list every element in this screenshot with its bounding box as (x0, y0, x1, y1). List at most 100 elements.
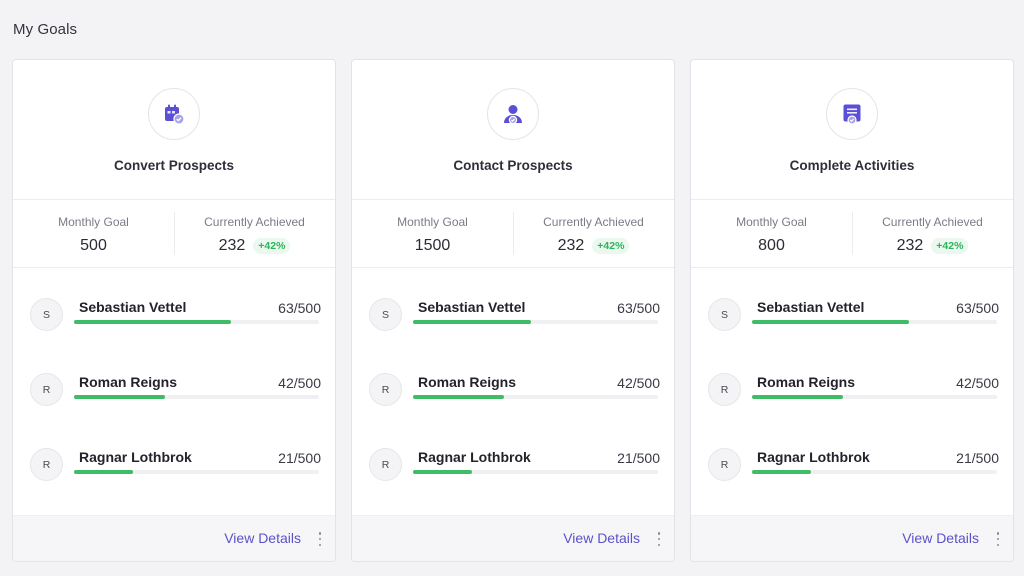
progress-fill (74, 320, 231, 324)
achieved-stat: Currently Achieved 232 +42% (852, 200, 1013, 267)
avatar: R (30, 448, 63, 481)
card-footer: View Details (691, 515, 1013, 561)
avatar: R (708, 373, 741, 406)
card-header: Contact Prospects (352, 60, 674, 200)
goal-card-convert-prospects: Convert Prospects Monthly Goal 500 Curre… (12, 59, 336, 562)
list-item: S Sebastian Vettel 63/500 (352, 298, 674, 348)
achieved-stat: Currently Achieved 232 +42% (174, 200, 335, 267)
progress-fill (752, 395, 843, 399)
progress-track (74, 470, 319, 474)
achieved-label: Currently Achieved (543, 215, 644, 229)
person-score: 21/500 (278, 450, 321, 466)
person-name: Roman Reigns (757, 374, 856, 390)
list-item: R Roman Reigns 42/500 (352, 373, 674, 423)
view-details-link[interactable]: View Details (563, 530, 640, 546)
avatar: S (708, 298, 741, 331)
person-score: 21/500 (617, 450, 660, 466)
progress-fill (413, 470, 472, 474)
monthly-goal-stat: Monthly Goal 1500 (352, 200, 513, 267)
monthly-goal-stat: Monthly Goal 500 (13, 200, 174, 267)
goal-stats: Monthly Goal 500 Currently Achieved 232 … (13, 200, 335, 268)
achieved-value: 232 (896, 237, 924, 254)
more-options-icon[interactable] (318, 532, 322, 546)
progress-track (752, 320, 997, 324)
achieved-stat: Currently Achieved 232 +42% (513, 200, 674, 267)
card-title: Convert Prospects (113, 158, 235, 173)
monthly-goal-value: 500 (80, 237, 107, 254)
goal-card-contact-prospects: Contact Prospects Monthly Goal 1500 Curr… (351, 59, 675, 562)
list-item: R Ragnar Lothbrok 21/500 (13, 448, 335, 498)
people-list: S Sebastian Vettel 63/500 R Roman Reigns… (13, 268, 335, 516)
achieved-label: Currently Achieved (882, 215, 983, 229)
card-footer: View Details (352, 515, 674, 561)
progress-fill (413, 395, 504, 399)
person-score: 42/500 (278, 375, 321, 391)
list-item: R Ragnar Lothbrok 21/500 (352, 448, 674, 498)
progress-track (413, 320, 658, 324)
list-item: R Ragnar Lothbrok 21/500 (691, 448, 1013, 498)
avatar: S (369, 298, 402, 331)
monthly-goal-label: Monthly Goal (736, 215, 807, 229)
achieved-value: 232 (557, 237, 585, 254)
progress-track (74, 395, 319, 399)
monthly-goal-label: Monthly Goal (397, 215, 468, 229)
list-item: S Sebastian Vettel 63/500 (13, 298, 335, 348)
avatar: S (30, 298, 63, 331)
progress-fill (752, 320, 909, 324)
avatar: R (369, 373, 402, 406)
progress-fill (752, 470, 811, 474)
person-name: Ragnar Lothbrok (418, 449, 531, 465)
avatar: R (708, 448, 741, 481)
goals-grid: Convert Prospects Monthly Goal 500 Curre… (12, 59, 1014, 562)
person-name: Roman Reigns (79, 374, 178, 390)
more-options-icon[interactable] (657, 532, 661, 546)
person-score: 63/500 (278, 300, 321, 316)
change-badge: +42% (931, 238, 969, 254)
list-item: R Roman Reigns 42/500 (13, 373, 335, 423)
change-badge: +42% (592, 238, 630, 254)
progress-fill (74, 470, 133, 474)
card-header: Complete Activities (691, 60, 1013, 200)
person-name: Sebastian Vettel (418, 299, 526, 315)
achieved-value: 232 (218, 237, 246, 254)
goal-stats: Monthly Goal 800 Currently Achieved 232 … (691, 200, 1013, 268)
goal-stats: Monthly Goal 1500 Currently Achieved 232… (352, 200, 674, 268)
task-list-check-icon (826, 88, 878, 140)
person-score: 63/500 (956, 300, 999, 316)
people-list: S Sebastian Vettel 63/500 R Roman Reigns… (352, 268, 674, 516)
person-name: Sebastian Vettel (757, 299, 865, 315)
card-title: Complete Activities (789, 158, 915, 173)
view-details-link[interactable]: View Details (224, 530, 301, 546)
list-item: R Roman Reigns 42/500 (691, 373, 1013, 423)
progress-track (752, 470, 997, 474)
avatar: R (30, 373, 63, 406)
progress-fill (413, 320, 531, 324)
monthly-goal-value: 800 (758, 237, 785, 254)
progress-track (74, 320, 319, 324)
progress-track (413, 470, 658, 474)
avatar: R (369, 448, 402, 481)
achieved-label: Currently Achieved (204, 215, 305, 229)
list-item: S Sebastian Vettel 63/500 (691, 298, 1013, 348)
person-score: 42/500 (956, 375, 999, 391)
person-score: 21/500 (956, 450, 999, 466)
monthly-goal-value: 1500 (414, 237, 451, 254)
person-name: Sebastian Vettel (79, 299, 187, 315)
person-score: 63/500 (617, 300, 660, 316)
card-footer: View Details (13, 515, 335, 561)
progress-track (752, 395, 997, 399)
progress-track (413, 395, 658, 399)
progress-fill (74, 395, 165, 399)
calendar-check-icon (148, 88, 200, 140)
user-check-icon (487, 88, 539, 140)
page-title: My Goals (13, 21, 78, 38)
more-options-icon[interactable] (996, 532, 1000, 546)
person-name: Roman Reigns (418, 374, 517, 390)
person-name: Ragnar Lothbrok (757, 449, 870, 465)
person-name: Ragnar Lothbrok (79, 449, 192, 465)
goal-card-complete-activities: Complete Activities Monthly Goal 800 Cur… (690, 59, 1014, 562)
change-badge: +42% (253, 238, 291, 254)
people-list: S Sebastian Vettel 63/500 R Roman Reigns… (691, 268, 1013, 516)
card-title: Contact Prospects (453, 158, 573, 173)
view-details-link[interactable]: View Details (902, 530, 979, 546)
